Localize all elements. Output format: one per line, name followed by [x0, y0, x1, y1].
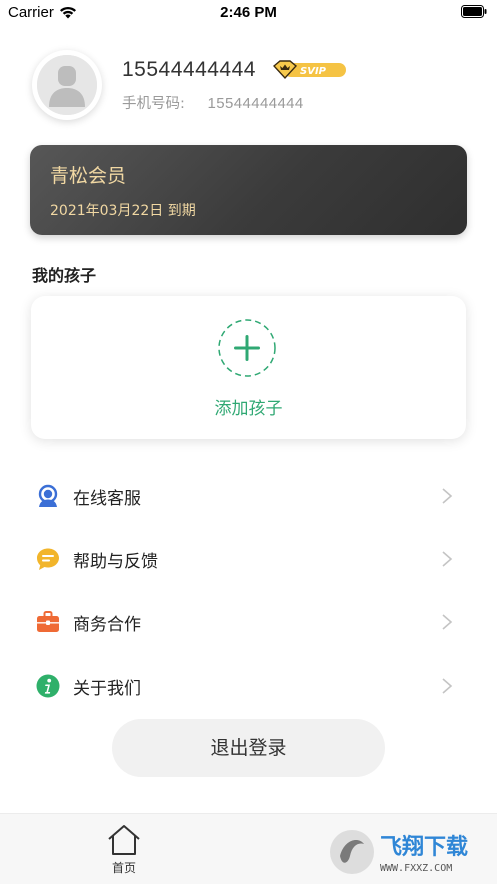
chevron-right-icon: [442, 488, 453, 504]
svip-badge: SVIP: [272, 60, 346, 80]
tab-bar: 首页 飞翔下载 WWW.FXXZ.COM: [0, 813, 497, 884]
svip-badge-text: SVIP: [300, 66, 327, 77]
menu-item-business[interactable]: 商务合作: [0, 592, 497, 652]
chat-bubble-icon: [37, 548, 59, 570]
phone-row: 手机号码: 15544444444: [122, 92, 304, 113]
chevron-right-icon: [442, 614, 453, 630]
tab-home-label: 首页: [111, 861, 136, 875]
home-icon: [108, 825, 140, 855]
watermark-url: WWW.FXXZ.COM: [380, 863, 452, 874]
menu-label: 帮助与反馈: [73, 552, 158, 572]
add-circle-icon: [218, 319, 276, 377]
watermark-logo: 飞翔下载 WWW.FXXZ.COM: [330, 830, 468, 874]
phone-label: 手机号码:: [122, 96, 185, 112]
watermark-text: 飞翔下载: [380, 834, 468, 860]
membership-title: 青松会员: [50, 165, 127, 187]
briefcase-icon: [37, 611, 59, 632]
customer-service-icon: [38, 484, 58, 507]
membership-card[interactable]: 青松会员 2021年03月22日 到期: [30, 145, 467, 235]
username: 15544444444: [122, 58, 256, 81]
menu-label: 关于我们: [73, 679, 141, 699]
logout-button[interactable]: 退出登录: [112, 719, 385, 777]
info-icon: [36, 674, 60, 698]
chevron-right-icon: [442, 551, 453, 567]
chevron-right-icon: [442, 678, 453, 694]
add-kid-label: 添加孩子: [214, 399, 283, 419]
menu-item-customer-service[interactable]: 在线客服: [0, 466, 497, 526]
battery-icon: [461, 5, 487, 18]
clock: 2:46 PM: [220, 4, 277, 21]
membership-expire: 2021年03月22日 到期: [50, 203, 196, 219]
menu-item-about[interactable]: 关于我们: [0, 656, 497, 716]
kids-section-title: 我的孩子: [32, 266, 97, 285]
menu-item-help-feedback[interactable]: 帮助与反馈: [0, 529, 497, 589]
phone-value: 15544444444: [207, 95, 304, 112]
menu-label: 商务合作: [73, 615, 141, 635]
add-kid-card[interactable]: 添加孩子: [31, 296, 466, 439]
avatar[interactable]: [32, 50, 102, 120]
menu-label: 在线客服: [73, 489, 141, 509]
default-avatar-icon: [37, 55, 97, 115]
status-bar: Carrier 2:46 PM: [0, 0, 497, 26]
